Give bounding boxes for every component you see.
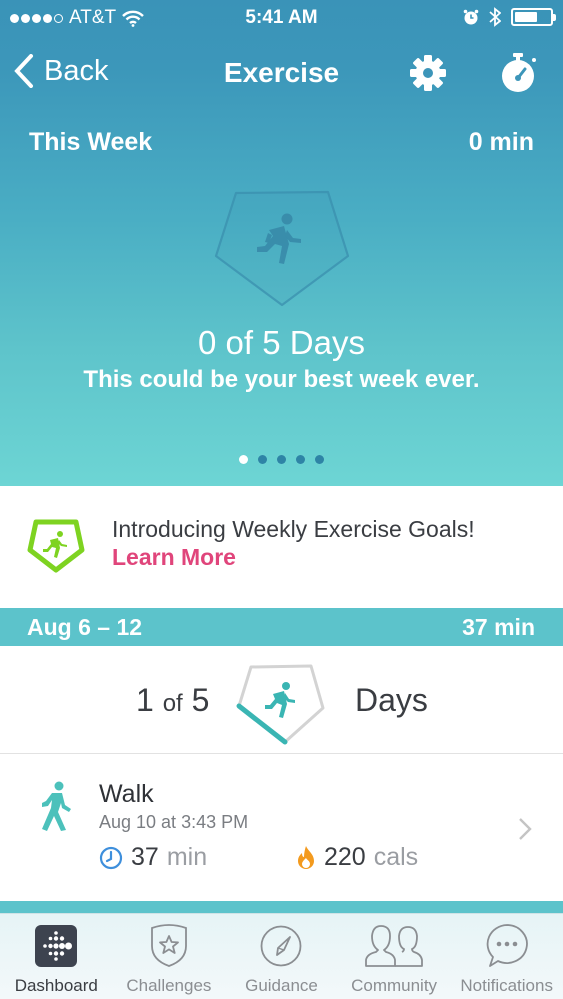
progress-arc: [236, 703, 288, 745]
this-week-hero[interactable]: AT&T 5:41 AM Back Exercise This Week 0 m…: [0, 0, 563, 486]
tab-label: Dashboard: [14, 976, 98, 995]
motivation-message: This could be your best week ever.: [83, 366, 480, 393]
alarm-icon: [463, 9, 479, 25]
activity-duration: 37 min: [99, 843, 207, 872]
duration-value: 37: [131, 843, 159, 871]
activity-datetime: Aug 10 at 3:43 PM: [99, 812, 249, 832]
status-bar: AT&T 5:41 AM: [0, 0, 563, 38]
page-dot[interactable]: [239, 455, 248, 464]
week-header[interactable]: Aug 6 – 12 37 min: [0, 608, 563, 646]
learn-more-link[interactable]: Learn More: [112, 544, 236, 571]
dashboard-icon: [35, 925, 78, 967]
this-week-row: This Week 0 min: [29, 128, 534, 157]
tab-label: Guidance: [245, 976, 318, 995]
stopwatch-button[interactable]: [498, 52, 538, 99]
next-week-header[interactable]: [0, 901, 563, 913]
week-progress-shield-icon: [236, 664, 325, 745]
page-dot[interactable]: [258, 455, 267, 464]
activity-name: Walk: [99, 780, 154, 808]
back-label: Back: [44, 54, 109, 87]
calories-unit: cals: [373, 843, 419, 871]
weekly-goals-promo[interactable]: Introducing Weekly Exercise Goals! Learn…: [0, 486, 563, 608]
tab-label: Challenges: [126, 976, 212, 995]
week-range: Aug 6 – 12: [27, 613, 143, 640]
tab-bar: Dashboard Challenges Guidance Community …: [0, 913, 563, 999]
activity-calories: 220 cals: [296, 843, 418, 872]
page-dot[interactable]: [296, 455, 305, 464]
tab-notifications[interactable]: Notifications: [450, 914, 563, 999]
days-done: 1: [136, 682, 154, 718]
this-week-days: 0 of 5 Days: [198, 324, 365, 361]
chevron-left-icon: [14, 54, 33, 88]
tab-guidance[interactable]: Guidance: [225, 914, 338, 999]
chevron-right-icon: [519, 818, 532, 840]
tab-community[interactable]: Community: [338, 914, 451, 999]
page-indicator[interactable]: [0, 455, 563, 464]
tab-dashboard[interactable]: Dashboard: [0, 914, 113, 999]
days-goal: 5: [191, 682, 210, 718]
exercise-shield-icon: [214, 190, 350, 307]
days-of: of: [162, 690, 183, 717]
compass-icon: [261, 925, 302, 967]
days-label: Days: [355, 682, 428, 718]
week-summary: 1 of 5 Days: [0, 646, 563, 754]
gear-icon: [410, 55, 446, 91]
exercise-goal-badge-icon: [27, 519, 85, 573]
tab-label: Notifications: [460, 976, 553, 995]
back-button[interactable]: Back: [14, 54, 108, 88]
stopwatch-icon: [502, 53, 536, 92]
chat-bubble-icon: [486, 924, 528, 967]
walk-icon: [42, 781, 71, 831]
battery-icon: [511, 8, 556, 26]
this-week-total: 0 min: [468, 128, 534, 156]
days-count: 1 of 5: [136, 682, 209, 719]
page-dot[interactable]: [315, 455, 324, 464]
tab-label: Community: [351, 976, 438, 995]
duration-unit: min: [166, 843, 208, 871]
page-dot[interactable]: [277, 455, 286, 464]
clock-icon: [99, 846, 123, 869]
this-week-label: This Week: [29, 128, 153, 156]
flame-icon: [298, 845, 314, 869]
settings-button[interactable]: [409, 54, 447, 97]
bluetooth-icon: [489, 7, 501, 27]
activity-row[interactable]: Walk Aug 10 at 3:43 PM 37 min 220 cals: [0, 755, 563, 901]
challenges-star-icon: [150, 924, 187, 967]
tab-challenges[interactable]: Challenges: [113, 914, 226, 999]
week-total: 37 min: [462, 613, 535, 640]
promo-title: Introducing Weekly Exercise Goals!: [112, 516, 475, 542]
nav-bar: Back Exercise: [0, 44, 563, 104]
calories-value: 220: [324, 843, 366, 871]
community-icon: [365, 925, 423, 967]
